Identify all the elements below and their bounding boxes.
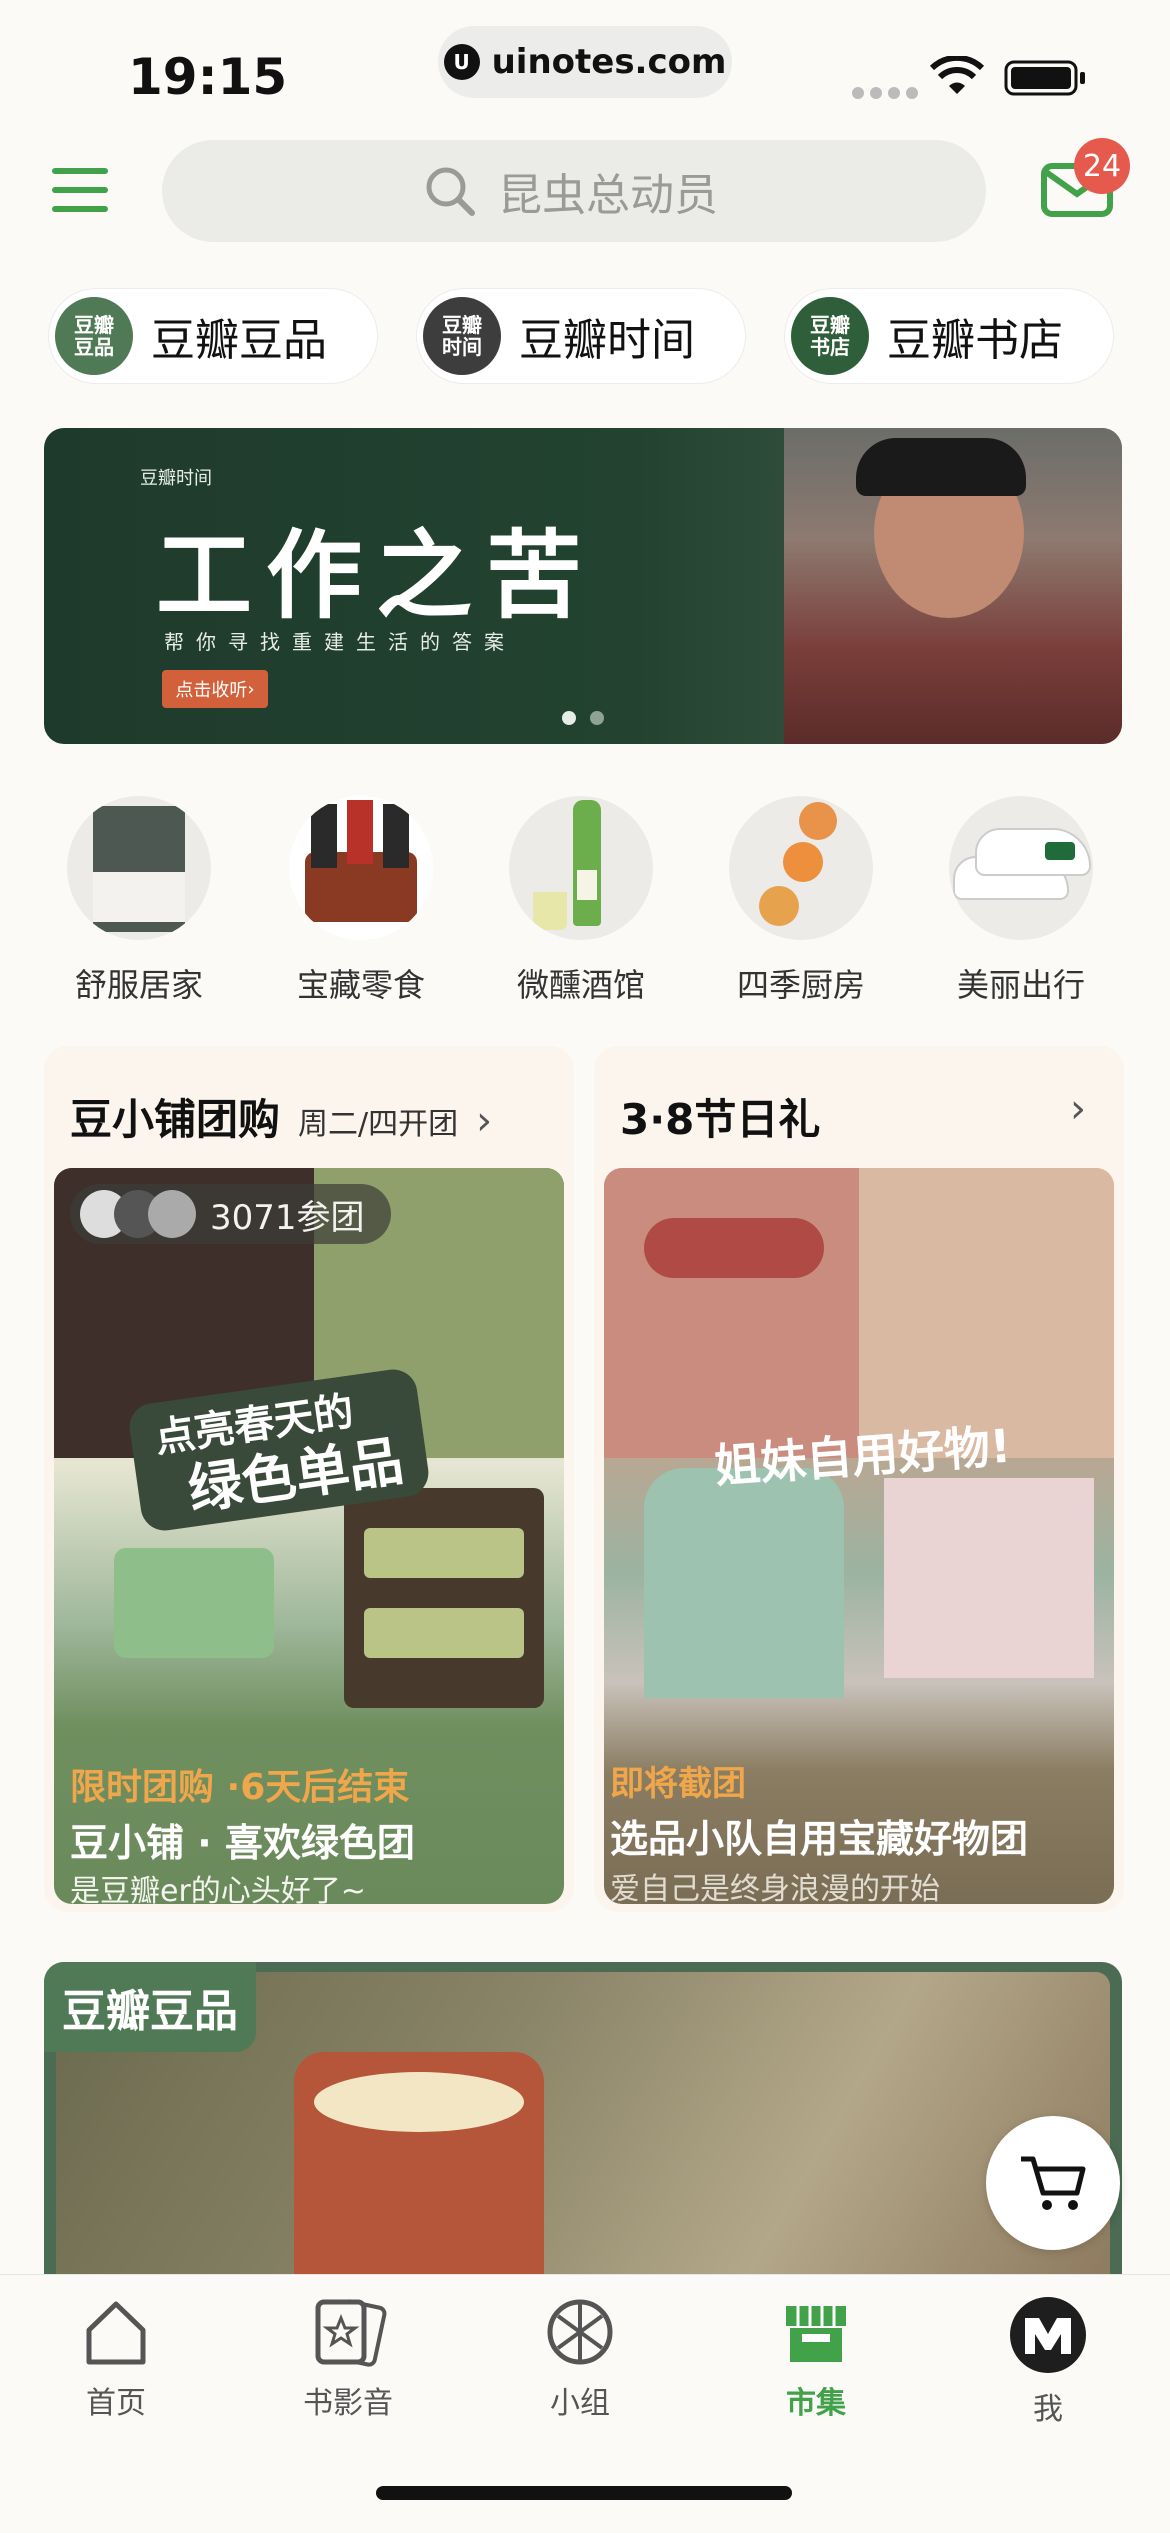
category-label: 舒服居家 [74,966,203,1004]
category-travel[interactable]: 美丽出行 [946,796,1096,1006]
category-kitchen-image [729,796,873,940]
douban-bookstore-logo: 豆瓣 书店 [791,297,869,375]
star-card-icon [315,2299,387,2367]
group-buy-tag-text: 限时团购 ·6天后结束 [70,1767,410,1808]
category-home-image [67,796,211,940]
tab-home[interactable]: 首页 [36,2296,196,2422]
category-snacks[interactable]: 宝藏零食 [286,796,436,1006]
holiday-item-title: 选品小队自用宝藏好物团 [610,1817,1029,1861]
search-icon [426,167,475,216]
shortcut-label: 豆瓣书店 [887,315,1063,366]
group-buy-header[interactable]: 豆小铺团购 周二/四开团 › [70,1086,492,1147]
avatar [148,1190,196,1238]
store-icon [786,2306,846,2362]
url-text: uinotes.com [491,42,727,82]
banner-listen-button[interactable]: 点击收听 › [162,670,268,708]
shortcut-label: 豆瓣豆品 [151,315,327,366]
group-buy-image[interactable]: 3071参团 点亮春天的 绿色单品 限时团购 ·6天后结束 豆小铺 · 喜欢绿色… [54,1168,564,1904]
banner-brand: 豆瓣时间 [140,468,212,489]
holiday-image[interactable]: 姐妹自用好物! 即将截团 选品小队自用宝藏好物团 爱自己是终身浪漫的开始 [604,1168,1114,1904]
home-indicator [376,2486,792,2500]
holiday-header[interactable]: 3·8节日礼 › [620,1086,1100,1147]
category-snacks-image [289,796,433,940]
banner-button-label: 点击收听 [175,680,248,701]
group-buy-title: 豆小铺团购 [70,1095,281,1144]
holiday-item-desc: 爱自己是终身浪漫的开始 [610,1872,940,1904]
battery-icon [1004,60,1085,96]
tab-books-movies-music[interactable]: 书影音 [268,2296,428,2422]
home-icon [86,2301,146,2365]
candle-top [314,2072,524,2132]
site-icon: U [443,44,480,80]
category-travel-image [949,796,1093,940]
category-label: 四季厨房 [736,966,865,1004]
tab-me[interactable]: 我 [968,2296,1128,2428]
chevron-right-icon: › [1070,1086,1086,1132]
participants-count: 3071参团 [210,1197,365,1238]
tab-label: 首页 [86,2386,146,2421]
cart-icon [1021,2156,1086,2210]
group-buy-tag: 限时团购 ·6天后结束 [70,1758,409,1810]
category-wine[interactable]: 微醺酒馆 [506,796,656,1006]
douban-goods-logo: 豆瓣 豆品 [55,297,133,375]
tab-groups[interactable]: 小组 [500,2296,660,2422]
tab-label: 市集 [786,2386,846,2421]
status-time: 19:15 [128,48,288,106]
participants-badge: 3071参团 [70,1184,391,1244]
group-icon [547,2299,613,2365]
signal-icon [852,84,924,103]
menu-icon[interactable] [52,168,108,212]
category-label: 宝藏零食 [296,966,425,1004]
group-buy-item-desc: 是豆瓣er的心头好了~ [70,1874,366,1904]
banner-subtitle: 帮你寻找重建生活的答案 [164,630,516,654]
banner-title: 工作之苦 [156,519,596,632]
shortcut-douban-goods[interactable]: 豆瓣 豆品 豆瓣豆品 [48,288,378,384]
tab-label: 书影音 [303,2386,393,2421]
promo-banner[interactable]: 豆瓣时间 工作之苦 帮你寻找重建生活的答案 点击收听 › [44,428,1122,744]
banner-page-indicator [562,710,618,729]
category-kitchen[interactable]: 四季厨房 [726,796,876,1006]
shortcut-douban-time[interactable]: 豆瓣 时间 豆瓣时间 [416,288,746,384]
wifi-icon [930,56,984,94]
mail-badge: 24 [1074,138,1130,194]
cart-button[interactable] [986,2116,1120,2250]
holiday-title: 3·8节日礼 [620,1095,821,1144]
banner-person-cap [856,438,1026,496]
category-wine-image [509,796,653,940]
chevron-right-icon: › [476,1098,493,1144]
category-label: 美丽出行 [956,966,1085,1004]
holiday-tag: 即将截团 [610,1764,746,1804]
shortcut-label: 豆瓣时间 [519,315,695,366]
tab-label: 我 [1033,2392,1063,2427]
group-buy-schedule: 周二/四开团 [298,1107,459,1142]
search-bar[interactable]: 昆虫总动员 [162,140,986,242]
group-buy-item-title: 豆小铺 · 喜欢绿色团 [70,1821,415,1865]
douban-goods-tag: 豆瓣豆品 [44,1962,256,2052]
search-placeholder: 昆虫总动员 [498,170,718,221]
douban-goods-section[interactable]: 豆瓣豆品 [44,1962,1122,2292]
category-label: 微醺酒馆 [516,966,645,1004]
holiday-gift-card[interactable]: 3·8节日礼 › 姐妹自用好物! 即将截团 选品小队自用宝藏好物团 爱自己是终身… [594,1046,1124,1912]
group-buy-card[interactable]: 豆小铺团购 周二/四开团 › 3071参团 点亮春天的 绿色单品 限时团购 ·6… [44,1046,574,1912]
avatar-icon [1010,2297,1086,2373]
category-home[interactable]: 舒服居家 [64,796,214,1006]
douban-time-logo: 豆瓣 时间 [423,297,501,375]
shortcut-douban-bookstore[interactable]: 豆瓣 书店 豆瓣书店 [784,288,1114,384]
tab-label: 小组 [550,2386,610,2421]
tab-market[interactable]: 市集 [736,2296,896,2422]
url-pill[interactable]: U uinotes.com [438,26,732,98]
